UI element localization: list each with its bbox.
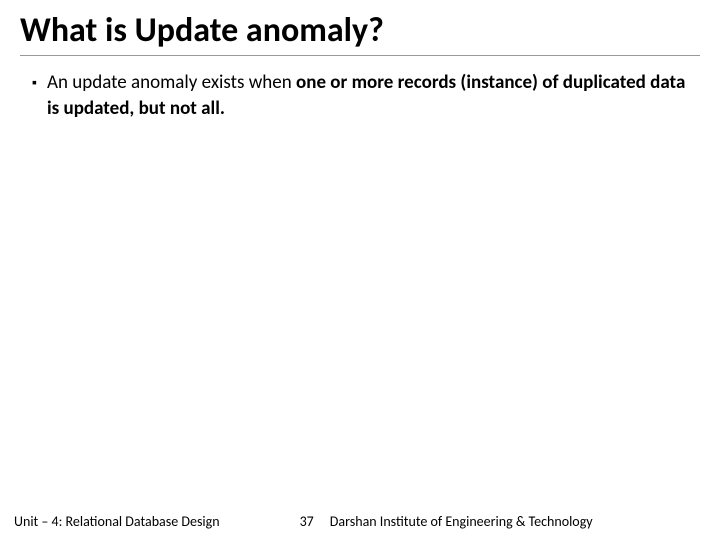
footer-unit: Unit – 4: Relational Database Design bbox=[14, 513, 220, 530]
slide-title: What is Update anomaly? bbox=[20, 12, 700, 56]
slide-container: What is Update anomaly? ▪ An update anom… bbox=[0, 0, 720, 540]
footer-institute: Darshan Institute of Engineering & Techn… bbox=[330, 513, 706, 530]
bullet-text: An update anomaly exists when one or mor… bbox=[47, 70, 700, 121]
footer-page-number: 37 bbox=[300, 513, 314, 530]
slide-footer: Unit – 4: Relational Database Design 37 … bbox=[0, 513, 720, 530]
bullet-item: ▪ An update anomaly exists when one or m… bbox=[32, 70, 700, 121]
bullet-marker-icon: ▪ bbox=[32, 70, 37, 96]
bullet-prefix: An update anomaly exists when bbox=[47, 71, 296, 94]
slide-content: ▪ An update anomaly exists when one or m… bbox=[20, 70, 700, 540]
